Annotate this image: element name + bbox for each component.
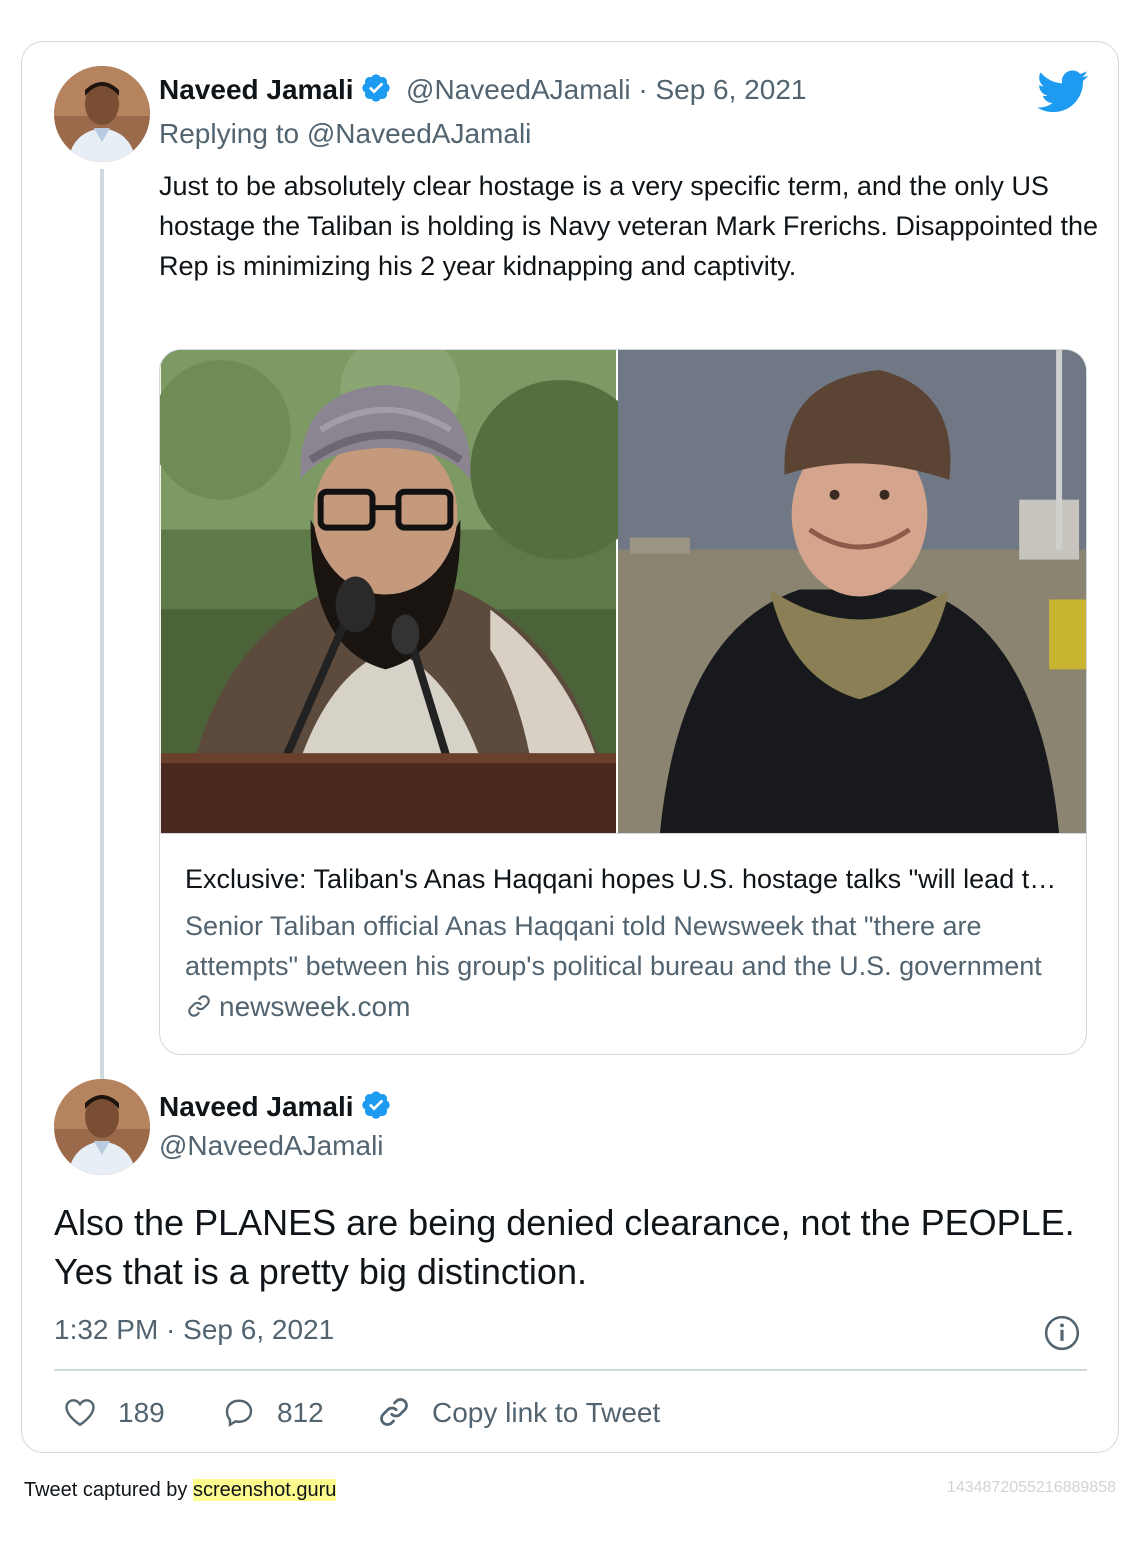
link-card-domain[interactable]: newsweek.com [185, 991, 410, 1023]
author-name[interactable]: Naveed Jamali [159, 1091, 354, 1122]
like-count: 189 [118, 1397, 165, 1428]
avatar[interactable] [54, 1079, 150, 1175]
photo-man-hat-smiling [618, 350, 1086, 833]
link-card-description: Senior Taliban official Anas Haqqani tol… [185, 911, 1042, 981]
copy-link-icon [376, 1397, 432, 1428]
copy-link-button[interactable]: Copy link to Tweet [376, 1394, 660, 1430]
tweet-date[interactable]: Sep 6, 2021 [655, 74, 806, 105]
link-preview-image [160, 350, 1086, 834]
reply-bubble-icon [221, 1397, 277, 1428]
link-icon [185, 991, 219, 1022]
avatar[interactable] [54, 66, 150, 162]
link-card-title[interactable]: Exclusive: Taliban's Anas Haqqani hopes … [185, 864, 1063, 895]
tweet-timestamp[interactable]: 1:32 PM · Sep 6, 2021 [54, 1314, 334, 1346]
verified-badge-icon [360, 72, 392, 109]
verified-badge-icon [360, 1089, 392, 1126]
like-button[interactable]: 189 [62, 1394, 165, 1430]
copy-link-label: Copy link to Tweet [432, 1397, 661, 1428]
heart-icon [62, 1397, 118, 1428]
link-preview-card[interactable]: Exclusive: Taliban's Anas Haqqani hopes … [159, 349, 1087, 1055]
link-domain-text: newsweek.com [219, 991, 411, 1022]
reply-count: 812 [277, 1397, 324, 1428]
captured-by-label: Tweet captured by [24, 1479, 193, 1501]
divider [54, 1369, 1087, 1371]
photo-man-turban-microphone [160, 350, 650, 833]
thread-connector-line [100, 169, 104, 1111]
author-handle[interactable]: @NaveedAJamali [406, 74, 631, 105]
replying-to-label[interactable]: Replying to @NaveedAJamali [159, 118, 531, 150]
separator: · [630, 74, 656, 105]
parent-tweet-header: Naveed Jamali @NaveedAJamali · Sep 6, 20… [159, 72, 806, 109]
screenshot-guru-link[interactable]: screenshot.guru [192, 1479, 337, 1501]
info-icon[interactable] [1043, 1314, 1081, 1357]
capture-credit: Tweet captured by screenshot.guru [24, 1479, 337, 1502]
author-name[interactable]: Naveed Jamali [159, 74, 354, 105]
main-tweet-text: Also the PLANES are being denied clearan… [54, 1202, 1075, 1292]
parent-tweet-text: Just to be absolutely clear hostage is a… [159, 171, 1099, 281]
twitter-bird-icon[interactable] [1037, 70, 1089, 114]
author-handle[interactable]: @NaveedAJamali [159, 1130, 384, 1162]
tweet-card: Naveed Jamali @NaveedAJamali · Sep 6, 20… [21, 41, 1119, 1453]
tweet-id: 1434872055216889858 [946, 1479, 1116, 1496]
reply-button[interactable]: 812 [221, 1394, 324, 1430]
main-tweet-author: Naveed Jamali [159, 1089, 392, 1126]
